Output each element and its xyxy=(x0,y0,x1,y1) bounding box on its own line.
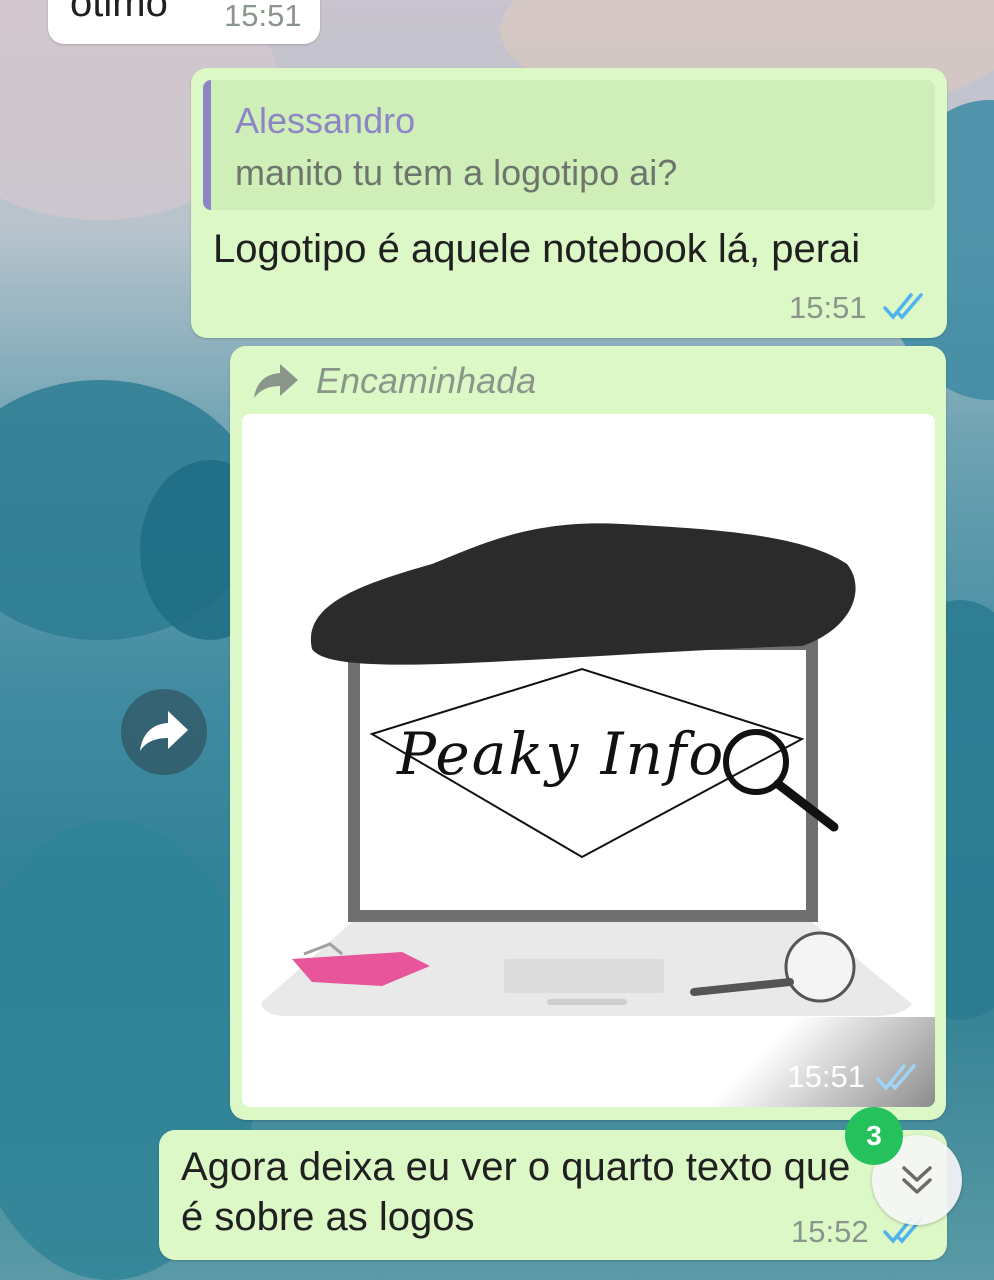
message-text-line2: é sobre as logos xyxy=(181,1195,475,1239)
message-bubble-incoming[interactable]: ótimo 15:51 xyxy=(48,0,320,44)
double-check-read-icon xyxy=(883,293,923,320)
forwarded-image[interactable]: Peaky Info 15:51 xyxy=(242,414,935,1107)
share-arrow-icon xyxy=(140,711,188,751)
message-time: 15:51 xyxy=(224,0,302,33)
message-time: 15:52 xyxy=(791,1214,869,1249)
message-time: 15:51 xyxy=(789,290,867,325)
message-time: 15:51 xyxy=(787,1059,865,1094)
double-check-read-icon xyxy=(876,1064,916,1091)
message-text-line1: Agora deixa eu ver o quarto texto que xyxy=(181,1145,851,1189)
message-text: ótimo xyxy=(70,0,168,25)
logo-text: Peaky Info xyxy=(397,720,726,788)
forwarded-label: Encaminhada xyxy=(316,360,537,401)
message-bubble-forwarded-image[interactable]: Encaminhada Peaky Info 15:51 xyxy=(230,346,946,1120)
message-text: Logotipo é aquele notebook lá, perai xyxy=(213,227,861,271)
message-bubble-outgoing[interactable]: Alessandro manito tu tem a logotipo ai? … xyxy=(191,68,947,338)
unread-count-badge: 3 xyxy=(845,1107,903,1165)
forwarded-arrow-icon xyxy=(254,364,298,398)
forward-button[interactable] xyxy=(121,689,207,775)
reply-text: manito tu tem a logotipo ai? xyxy=(235,152,678,193)
message-bubble-outgoing[interactable]: Agora deixa eu ver o quarto texto que é … xyxy=(159,1130,947,1260)
reply-author: Alessandro xyxy=(235,100,416,141)
reply-quote[interactable]: Alessandro manito tu tem a logotipo ai? xyxy=(203,80,935,210)
double-chevron-down-icon xyxy=(902,1166,932,1194)
